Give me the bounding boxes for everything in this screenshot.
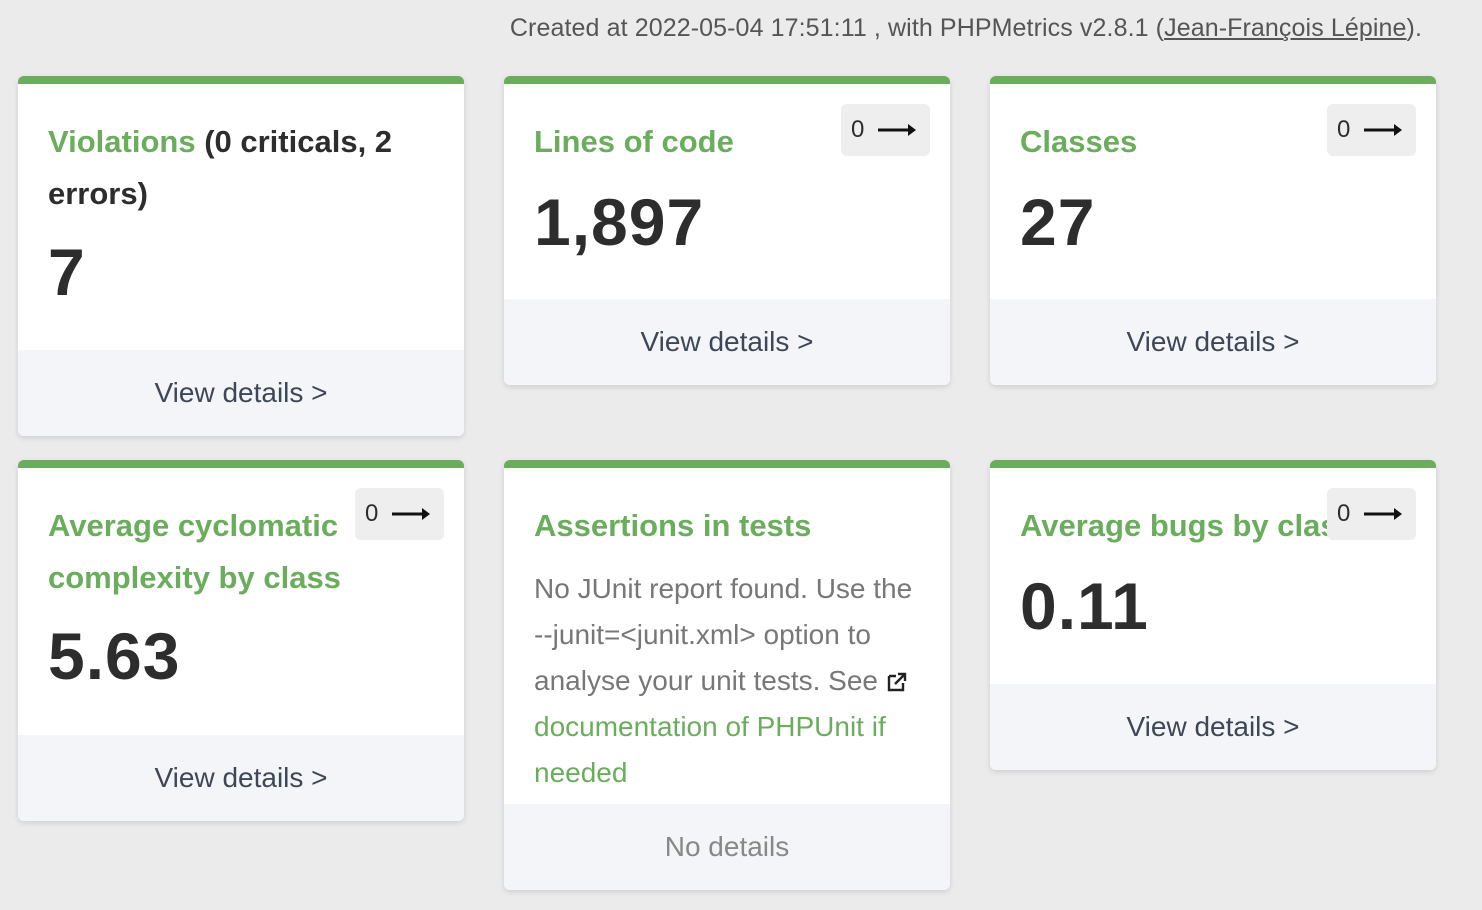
classes-title: Classes bbox=[1020, 124, 1138, 159]
view-details-button[interactable]: View details > bbox=[990, 684, 1436, 770]
view-details-button[interactable]: View details > bbox=[18, 735, 464, 821]
view-details-button[interactable]: View details > bbox=[990, 299, 1436, 385]
bugs-value: 0.11 bbox=[1020, 569, 1149, 643]
bugs-card: Average bugs by class 0.11 0 View detail… bbox=[990, 460, 1436, 770]
bugs-title: Average bugs by class bbox=[1020, 508, 1328, 543]
violations-title: Violations bbox=[48, 124, 196, 159]
created-info: Created at 2022-05-04 17:51:11 , with PH… bbox=[510, 14, 1422, 43]
view-details-button[interactable]: View details > bbox=[504, 299, 950, 385]
junit-note: No JUnit report found. Use the --junit=<… bbox=[534, 566, 924, 796]
ccn-title: Average cyclomatic complexity by class bbox=[48, 508, 341, 595]
phpunit-doc-link-text: documentation of PHPUnit if needed bbox=[534, 711, 886, 788]
external-link-icon bbox=[887, 672, 906, 692]
classes-value: 27 bbox=[1020, 185, 1096, 259]
arrow-right-icon bbox=[1364, 508, 1403, 520]
cyclomatic-complexity-card: 0 Average cyclomatic complexity by class… bbox=[18, 460, 464, 821]
loc-value: 1,897 bbox=[534, 185, 705, 259]
violations-card: Violations (0 criticals, 2 errors) 7 Vie… bbox=[18, 76, 464, 436]
created-text: Created at 2022-05-04 17:51:11 , with PH… bbox=[509, 14, 1165, 42]
trend-value: 0 bbox=[1337, 500, 1351, 527]
violations-value: 7 bbox=[48, 235, 86, 309]
card-title: Violations (0 criticals, 2 errors) bbox=[48, 116, 418, 220]
ccn-value: 5.63 bbox=[48, 619, 181, 693]
lines-of-code-card: 0 Lines of code 1,897 View details > bbox=[504, 76, 950, 385]
view-details-button[interactable]: View details > bbox=[18, 350, 464, 436]
loc-title: Lines of code bbox=[534, 124, 734, 159]
assertions-title: Assertions in tests bbox=[534, 508, 812, 543]
assertions-card: Assertions in tests No JUnit report foun… bbox=[504, 460, 950, 890]
trend-badge[interactable]: 0 bbox=[1327, 488, 1416, 540]
classes-card: 0 Classes 27 View details > bbox=[990, 76, 1436, 385]
author-link[interactable]: Jean-François Lépine bbox=[1164, 14, 1406, 42]
junit-note-text: No JUnit report found. Use the --junit=<… bbox=[534, 573, 913, 696]
no-details-label: No details bbox=[504, 804, 950, 890]
created-suffix: ). bbox=[1406, 14, 1422, 42]
